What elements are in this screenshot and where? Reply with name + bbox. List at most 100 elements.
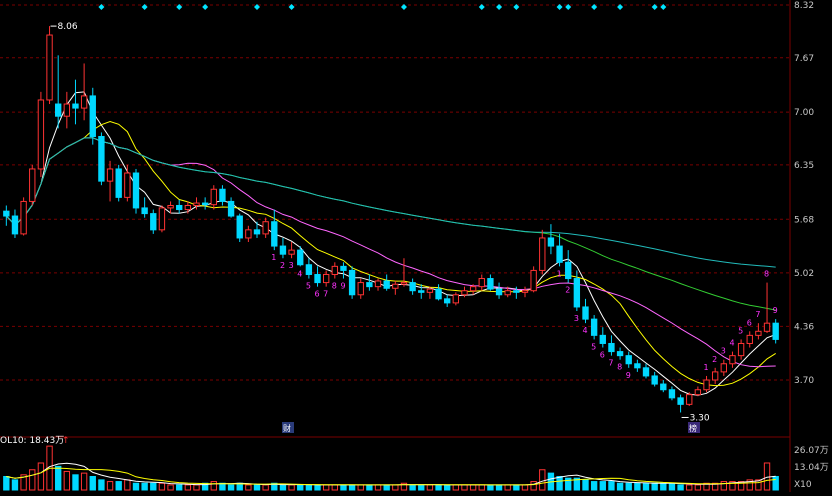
sequence-label: 3 [289,261,294,270]
candle-body [115,168,122,198]
volume-bar [253,484,261,491]
volume-bar [521,484,529,491]
volume-bar [426,484,434,491]
volume-bar [210,481,217,491]
volume-bar [55,465,62,491]
candle-body [89,95,96,137]
candle-body [357,282,364,296]
sequence-label: 2 [280,261,285,270]
volume-bar [374,484,382,491]
sequence-label: 7 [323,290,328,299]
candle-body [314,273,321,284]
volume-bar [158,482,166,491]
price-grid [0,0,791,492]
volume-bar [487,484,494,491]
candle-body [729,355,736,365]
volume-bar [348,484,356,491]
marker-badge-bang[interactable]: 榜 [689,423,697,433]
candle-body [547,237,555,247]
sequence-label: 6 [600,351,605,360]
volume-bar [625,482,632,491]
volume-bar [582,479,589,491]
candle-body [55,103,62,117]
candle-body [297,249,304,266]
candle-body [495,288,503,296]
sequence-label: 9 [626,371,631,380]
volume-bar [3,475,10,491]
sequence-labels: 12 3456 78 91234567 89123456789 [271,253,777,380]
candle-body [340,265,347,271]
signal-dot [556,4,563,10]
candle-body [478,278,485,288]
price-y-axis: 8.32 7.67 7.00 6.35 5.68 5.02 4.36 3.70 [794,1,814,386]
candle-body [660,383,667,391]
sequence-label: 7 [755,310,760,319]
candle-body [521,290,529,293]
y-tick-label: 5.02 [794,269,814,279]
volume-bar [141,482,148,491]
candle-body [608,342,615,353]
ma5-line [5,91,776,396]
candle-body [29,168,36,202]
sequence-label: 2 [712,355,717,364]
signal-dot [617,4,624,10]
volume-bar [461,484,468,491]
candle-body [686,394,693,405]
candle-body [755,330,762,336]
candle-body [184,204,192,211]
candlestick-chart-svg: 8.327.677.006.355.685.024.363.70 12 3456 7… [0,0,829,492]
candle-body [150,213,157,231]
candle-body [599,334,606,344]
candle-body [513,290,520,293]
low-price-label: 3.30 [690,413,710,423]
volume-bar [513,484,520,491]
candle-body [227,200,235,217]
candle-body [236,215,243,239]
volume-bar [495,484,503,491]
candle-body [366,282,373,288]
sequence-label: 6 [747,318,752,327]
volume-bar [115,481,122,491]
candle-body [331,265,338,275]
candle-body [158,207,166,231]
volume-bar [297,484,304,491]
candle-body [642,367,650,377]
volume-bar [314,484,321,491]
candle-body [279,245,287,255]
ma120-line [5,137,776,268]
volume-bar [357,484,364,491]
candle-body [201,202,209,206]
volume-axis-top: 26.07万 [794,446,829,456]
volume-bar [63,470,71,491]
candle-body [703,379,710,391]
candle-body [37,99,45,170]
candle-body [288,249,295,255]
marker-badge-cai[interactable]: 财 [283,423,291,433]
candle-body [720,363,727,373]
volume-bar [262,484,269,491]
volume-bar [366,484,373,491]
sequence-label: 8 [617,363,622,372]
signal-dot [478,4,485,10]
volume-bar [677,484,684,491]
candle-body [409,282,416,292]
volume-bar [80,472,88,491]
candle-body [271,221,278,247]
volume-bar [660,482,667,491]
volume-bar [29,469,36,491]
candle-body [668,389,676,399]
candle-body [167,204,174,209]
sequence-label: 4 [583,326,588,335]
volume-bar [245,484,252,491]
signal-dot [400,4,407,10]
candle-body [539,237,546,271]
candle-body [590,318,598,336]
sequence-label: 7 [608,359,613,368]
candle-body [565,261,572,280]
volume-bar [435,484,442,491]
volume-bar [668,482,676,491]
volume-bar [340,484,347,491]
volume-bar [642,482,650,491]
candle-body [461,290,468,296]
volume-bar [150,482,157,491]
